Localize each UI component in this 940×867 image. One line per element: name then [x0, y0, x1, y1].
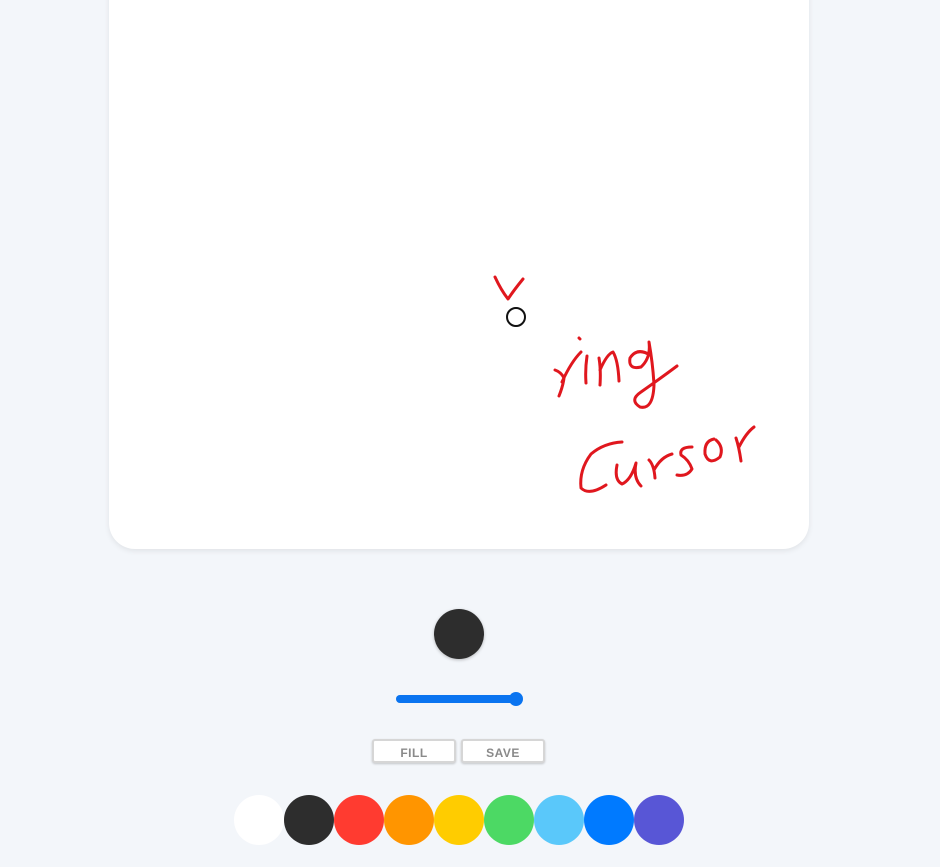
color-swatch-red[interactable] — [334, 795, 384, 845]
color-swatch-purple[interactable] — [634, 795, 684, 845]
handwriting-ring-r — [553, 350, 583, 398]
color-swatch-white[interactable] — [234, 795, 284, 845]
handwriting-ring-n — [597, 350, 621, 387]
color-swatch-blue[interactable] — [584, 795, 634, 845]
fill-button[interactable]: FILL — [372, 739, 456, 763]
drawing-app: FILL SAVE — [0, 0, 940, 867]
handwriting-cursor-s — [675, 445, 694, 477]
handwriting-ring-g — [628, 340, 679, 409]
color-swatch-yellow[interactable] — [434, 795, 484, 845]
color-palette — [234, 795, 684, 845]
slider-fill — [396, 695, 516, 703]
color-swatch-black[interactable] — [284, 795, 334, 845]
current-color-swatch[interactable] — [434, 609, 484, 659]
color-swatch-orange[interactable] — [384, 795, 434, 845]
handwriting-cursor-o — [703, 437, 723, 463]
color-swatch-green[interactable] — [484, 795, 534, 845]
slider-thumb[interactable] — [508, 692, 523, 706]
handwriting-v — [493, 275, 525, 301]
handwriting-cursor-r — [647, 452, 674, 480]
canvas-drawing[interactable] — [109, 0, 809, 549]
handwriting-cursor-u — [614, 461, 643, 488]
handwriting-cursor-r2 — [734, 425, 756, 463]
ring-cursor-icon — [506, 307, 526, 327]
save-button[interactable]: SAVE — [461, 739, 545, 763]
handwriting-ring-i — [577, 336, 589, 385]
drawing-canvas[interactable] — [109, 0, 809, 549]
color-swatch-light-blue[interactable] — [534, 795, 584, 845]
brush-size-slider[interactable] — [396, 692, 523, 706]
